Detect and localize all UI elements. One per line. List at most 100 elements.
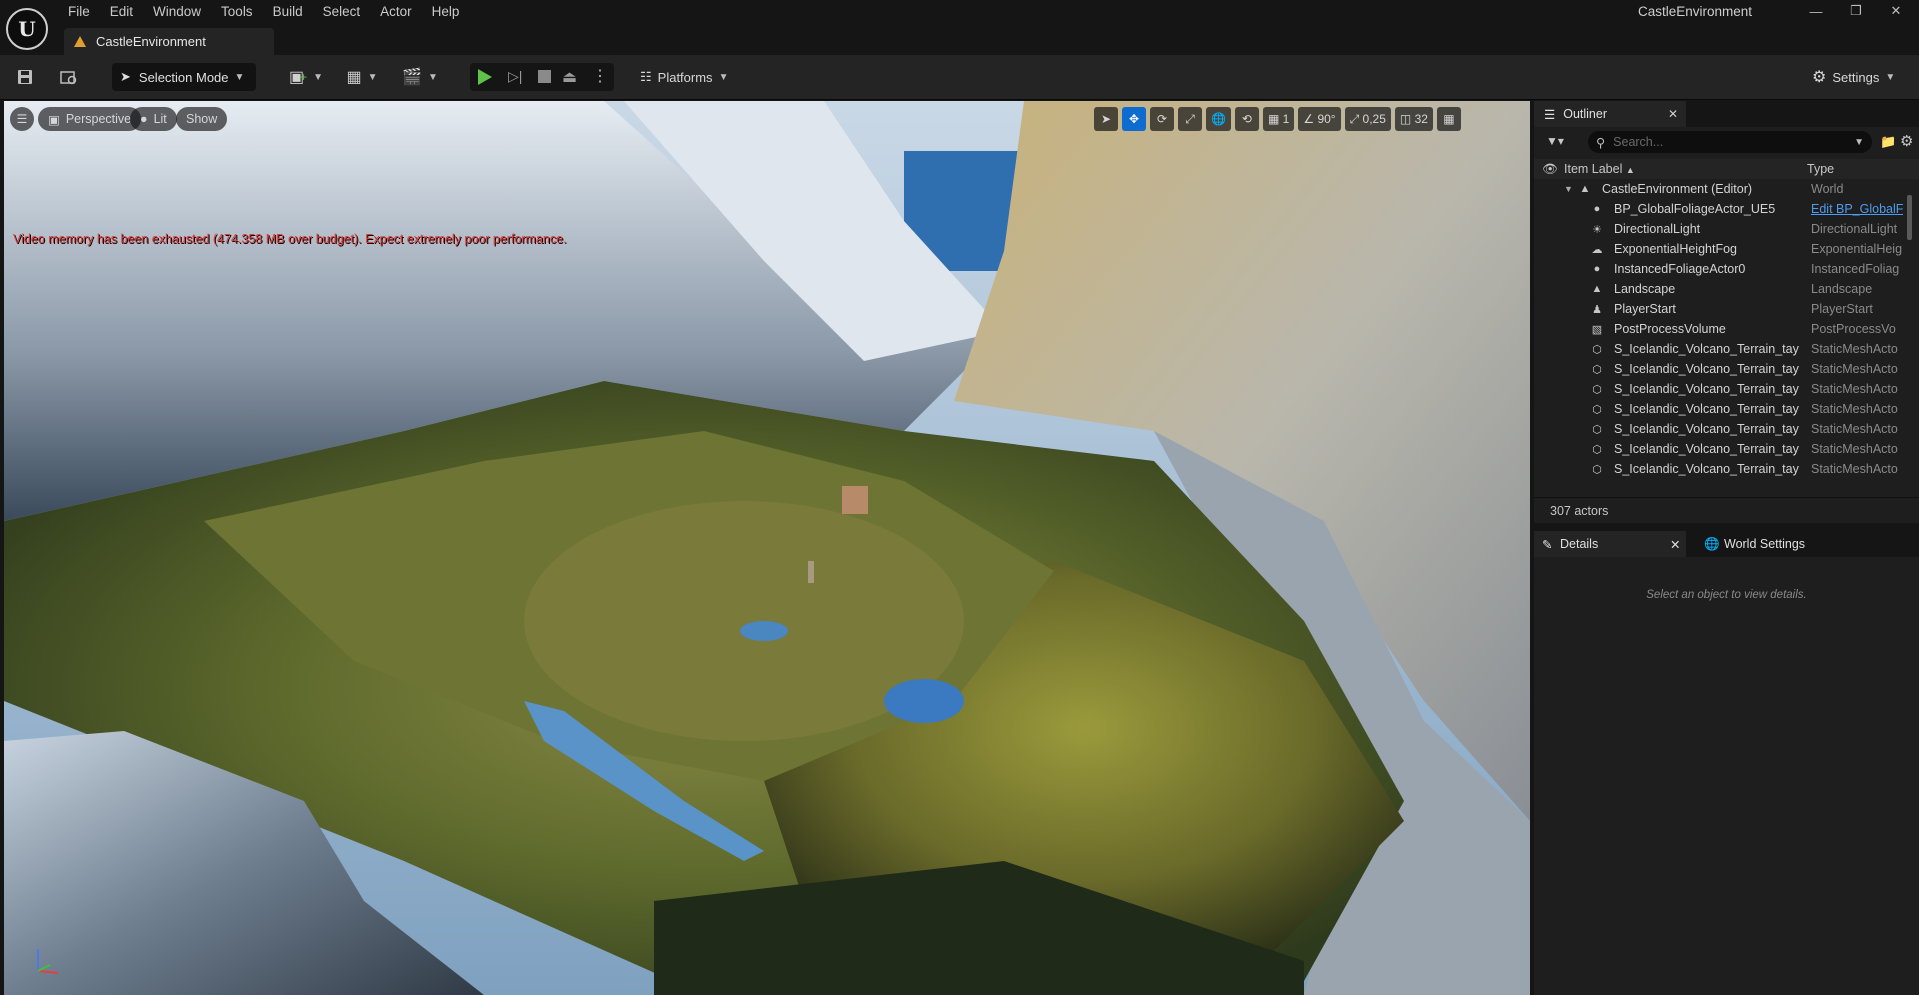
outliner-row-label: InstancedFoliageActor0 xyxy=(1614,262,1746,276)
outliner-row[interactable]: ☁ ExponentialHeightFog ExponentialHeig xyxy=(1534,239,1919,259)
menu-tools[interactable]: Tools xyxy=(211,2,263,22)
outliner-row[interactable]: ⬡ S_Icelandic_Volcano_Terrain_tay StaticMe… xyxy=(1534,419,1919,439)
column-type[interactable]: Type xyxy=(1807,162,1834,176)
scale-snap-button[interactable]: ⤢ 0,25 xyxy=(1344,107,1391,131)
step-icon[interactable]: ▷| xyxy=(508,68,522,85)
gear-icon[interactable]: ⚙ xyxy=(1900,132,1913,150)
outliner-row[interactable]: ⬡ S_Icelandic_Volcano_Terrain_tay StaticMe… xyxy=(1534,399,1919,419)
outliner-header: 👁 Item Label ▲ Type xyxy=(1534,159,1919,179)
search-placeholder: Search... xyxy=(1613,135,1664,149)
visibility-eye-icon[interactable]: 👁 xyxy=(1542,162,1558,177)
menu-help[interactable]: Help xyxy=(422,2,470,22)
play-icon[interactable] xyxy=(478,69,492,85)
rotation-snap-value: 90° xyxy=(1317,112,1336,126)
outliner-row-type: StaticMeshActo xyxy=(1811,362,1898,376)
outliner-row-label: CastleEnvironment (Editor) xyxy=(1602,182,1753,196)
perspective-dropdown[interactable]: ▣ Perspective xyxy=(38,107,142,131)
outliner-row[interactable]: ⬡ S_Icelandic_Volcano_Terrain_tay StaticMe… xyxy=(1534,459,1919,479)
outliner-scrollbar[interactable] xyxy=(1907,195,1912,240)
platforms-dropdown[interactable]: ☷ Platforms ▼ xyxy=(640,63,728,91)
outliner-row-type: StaticMeshActo xyxy=(1811,402,1898,416)
outliner-row-label: DirectionalLight xyxy=(1614,222,1701,236)
menu-build[interactable]: Build xyxy=(263,2,313,22)
outliner-row-label: S_Icelandic_Volcano_Terrain_tay xyxy=(1614,462,1799,476)
world-settings-tab[interactable]: 🌐 World Settings xyxy=(1698,531,1805,557)
actor-icon: ● xyxy=(1593,263,1601,275)
save-icon[interactable] xyxy=(14,65,36,89)
viewport-menu-icon[interactable]: ☰ xyxy=(10,107,34,131)
close-icon[interactable]: ✕ xyxy=(1670,537,1680,552)
outliner-row-label: S_Icelandic_Volcano_Terrain_tay xyxy=(1614,362,1799,376)
outliner-world-row[interactable]: ▼ ▲ CastleEnvironment (Editor) World xyxy=(1534,179,1919,199)
grid-icon: ▦ xyxy=(1267,112,1280,126)
minimize-button[interactable]: — xyxy=(1798,0,1834,22)
outliner-row-type: StaticMeshActo xyxy=(1811,442,1898,456)
outliner-row[interactable]: ⬡ S_Icelandic_Volcano_Terrain_tay StaticMe… xyxy=(1534,379,1919,399)
menu-edit[interactable]: Edit xyxy=(100,2,143,22)
view-mode-dropdown[interactable]: ● Lit xyxy=(130,107,177,131)
eject-icon[interactable]: ⏏ xyxy=(562,67,577,87)
clapperboard-icon: 🎬 xyxy=(402,69,422,86)
close-window-button[interactable]: ✕ xyxy=(1878,0,1914,22)
rotation-snap-button[interactable]: ∠ 90° xyxy=(1298,107,1341,131)
camera-speed-button[interactable]: ◫ 32 xyxy=(1394,107,1433,131)
outliner-row-type: DirectionalLight xyxy=(1811,222,1898,236)
player-start-icon: ♟ xyxy=(1592,303,1602,316)
angle-icon: ∠ xyxy=(1303,112,1315,126)
static-mesh-icon: ⬡ xyxy=(1592,403,1602,416)
document-tab[interactable]: CastleEnvironment xyxy=(64,28,274,55)
outliner-row-label: PostProcessVolume xyxy=(1614,322,1726,336)
details-empty-message: Select an object to view details. xyxy=(1646,589,1807,601)
menu-file[interactable]: File xyxy=(58,2,100,22)
chevron-down-icon: ▼ xyxy=(234,71,245,83)
outliner-row-type: StaticMeshActo xyxy=(1811,462,1898,476)
add-actor-button[interactable]: ▣ + ▼ xyxy=(288,65,324,89)
unreal-logo-icon[interactable]: U xyxy=(6,8,48,50)
translate-tool-icon[interactable]: ✥ xyxy=(1122,107,1146,131)
rotate-tool-icon[interactable]: ⟳ xyxy=(1150,107,1174,131)
select-tool-icon[interactable]: ➤ xyxy=(1094,107,1118,131)
surface-snap-icon[interactable]: ⟲ xyxy=(1234,107,1259,131)
more-options-icon[interactable]: ⋮ xyxy=(592,66,608,86)
content-browser-icon[interactable] xyxy=(58,65,80,89)
selection-mode-dropdown[interactable]: ➤ Selection Mode ▼ xyxy=(112,63,256,91)
restore-button[interactable]: ❐ xyxy=(1838,0,1874,22)
settings-dropdown[interactable]: ⚙ Settings ▼ xyxy=(1812,63,1895,91)
show-dropdown[interactable]: Show xyxy=(176,107,228,131)
outliner-row-type: StaticMeshActo xyxy=(1811,422,1898,436)
add-folder-icon[interactable]: 📁 xyxy=(1880,134,1896,150)
edit-blueprint-link[interactable]: Edit BP_GlobalF xyxy=(1811,202,1903,216)
outliner-row[interactable]: ☀ DirectionalLight DirectionalLight xyxy=(1534,219,1919,239)
outliner-row[interactable]: ● InstancedFoliageActor0 InstancedFoliag xyxy=(1534,259,1919,279)
outliner-row-label: BP_GlobalFoliageActor_UE5 xyxy=(1614,202,1776,216)
column-item-label[interactable]: Item Label ▲ xyxy=(1564,162,1635,176)
outliner-tab[interactable]: ☰ Outliner ✕ xyxy=(1534,101,1686,127)
scale-tool-icon[interactable]: ⤢ xyxy=(1178,107,1202,131)
expand-arrow-icon[interactable]: ▼ xyxy=(1564,184,1573,194)
level-viewport[interactable]: ☰ ▣ Perspective ● Lit Show ➤ ✥ ⟳ ⤢ 🌐 ⟲ ▦… xyxy=(4,101,1530,995)
outliner-row[interactable]: ▲ Landscape Landscape xyxy=(1534,279,1919,299)
stop-icon[interactable] xyxy=(538,70,551,83)
cinematics-button[interactable]: 🎬 ▼ xyxy=(402,65,438,89)
outliner-row[interactable]: ⬡ S_Icelandic_Volcano_Terrain_tay StaticMe… xyxy=(1534,359,1919,379)
platforms-label: Platforms xyxy=(657,69,713,85)
outliner-row[interactable]: ⬡ S_Icelandic_Volcano_Terrain_tay StaticMe… xyxy=(1534,339,1919,359)
outliner-row[interactable]: ● BP_GlobalFoliageActor_UE5 Edit BP_Global… xyxy=(1534,199,1919,219)
outliner-search-input[interactable]: ⚲ Search... ▼ xyxy=(1588,131,1872,153)
outliner-row[interactable]: ▧ PostProcessVolume PostProcessVo xyxy=(1534,319,1919,339)
perspective-label: Perspective xyxy=(65,112,132,126)
menu-window[interactable]: Window xyxy=(143,2,211,22)
details-tab[interactable]: ✎ Details ✕ xyxy=(1534,531,1686,557)
platforms-icon: ☷ xyxy=(640,69,652,84)
outliner-row[interactable]: ♟ PlayerStart PlayerStart xyxy=(1534,299,1919,319)
viewport-layout-icon[interactable]: ▦ xyxy=(1436,107,1461,131)
menu-actor[interactable]: Actor xyxy=(370,2,422,22)
grid-snap-button[interactable]: ▦ 1 xyxy=(1262,107,1295,131)
close-icon[interactable]: ✕ xyxy=(1668,107,1678,121)
filter-icon[interactable]: ▼▾ xyxy=(1546,134,1564,148)
world-local-icon[interactable]: 🌐 xyxy=(1206,107,1231,131)
outliner-row[interactable]: ⬡ S_Icelandic_Volcano_Terrain_tay StaticMe… xyxy=(1534,439,1919,459)
menu-select[interactable]: Select xyxy=(313,2,371,22)
blueprint-button[interactable]: ▦ ▼ xyxy=(344,65,380,89)
static-mesh-icon: ⬡ xyxy=(1592,383,1602,396)
